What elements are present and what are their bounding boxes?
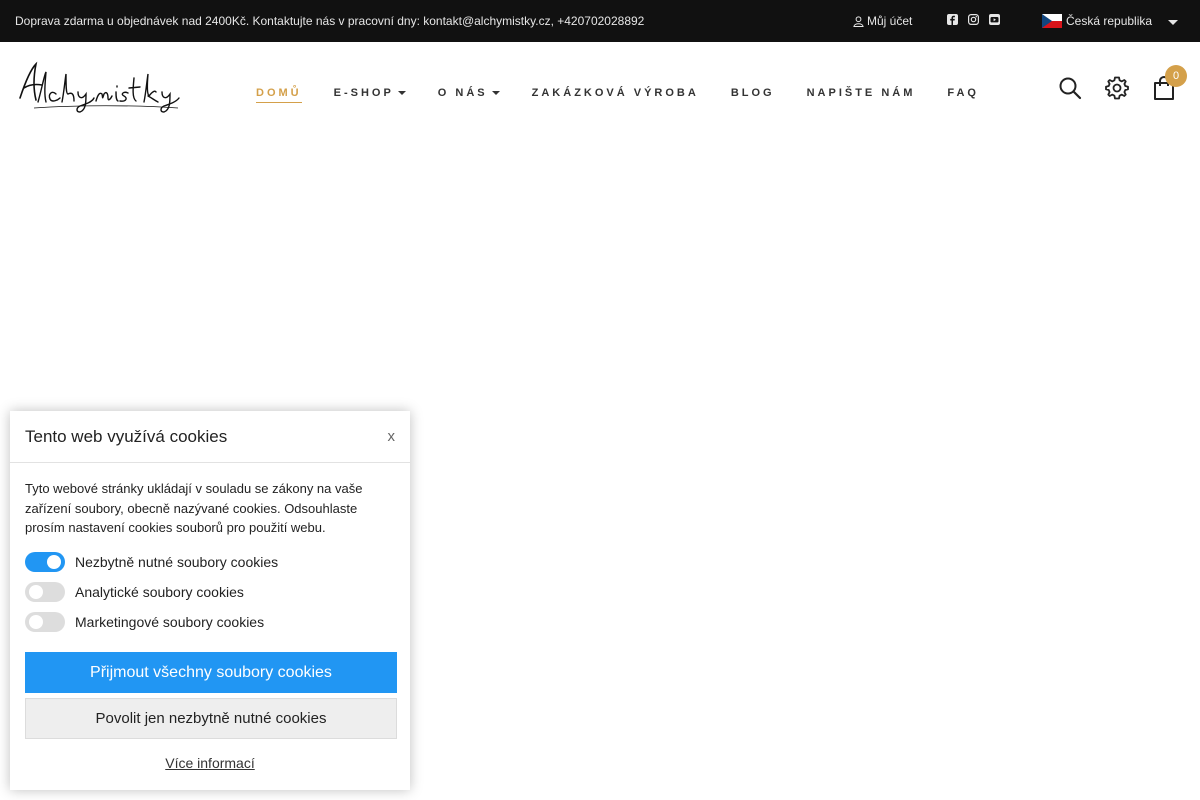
settings-icon[interactable]: [1105, 76, 1129, 100]
instagram-icon[interactable]: [968, 14, 979, 25]
close-button[interactable]: x: [388, 428, 396, 445]
toggle-knob: [29, 615, 43, 629]
nav-label: BLOG: [730, 87, 775, 99]
toggle-label: Marketingové soubory cookies: [75, 614, 265, 630]
nav-item-blog[interactable]: BLOG: [731, 87, 775, 99]
shipping-notice: Doprava zdarma u objednávek nad 2400Kč. …: [15, 14, 645, 28]
nav-item-zakazkova-vyroba[interactable]: ZAKÁZKOVÁ VÝROBA: [532, 87, 699, 99]
caret-down-icon: [397, 91, 406, 95]
main-nav: DOMŮ E-SHOP O NÁS ZAKÁZKOVÁ VÝROBA BLOG …: [256, 83, 1011, 103]
language-selector[interactable]: Česká republika: [1042, 14, 1179, 28]
czech-flag-icon: [1042, 14, 1062, 28]
nav-item-domu[interactable]: DOMŮ: [256, 87, 302, 103]
user-icon: [853, 15, 864, 27]
cookie-consent-dialog: Tento web využívá cookies x Tyto webové …: [10, 411, 410, 790]
cookie-dialog-title: Tento web využívá cookies: [25, 427, 228, 446]
more-info-link[interactable]: Více informací: [10, 755, 410, 771]
toggle-knob: [29, 585, 43, 599]
necessary-cookies-toggle[interactable]: [25, 552, 65, 572]
nav-label: E-SHOP: [333, 87, 394, 99]
cart-count-badge: 0: [1165, 65, 1187, 87]
logo-wordmark: [19, 61, 180, 113]
nav-label: DOMŮ: [256, 87, 302, 99]
toggle-row-marketing: Marketingové soubory cookies: [25, 612, 264, 632]
accept-all-cookies-button[interactable]: Přijmout všechny soubory cookies: [25, 652, 397, 693]
toggle-row-analytics: Analytické soubory cookies: [25, 582, 244, 602]
my-account-link[interactable]: Můj účet: [853, 14, 912, 28]
header-actions: 0: [1058, 65, 1187, 100]
social-links: [947, 14, 1000, 25]
cookie-dialog-text: Tyto webové stránky ukládají v souladu s…: [25, 481, 363, 535]
nav-label: O NÁS: [437, 87, 488, 99]
my-account-label: Můj účet: [867, 14, 913, 28]
nav-label: NAPIŠTE NÁM: [806, 87, 916, 99]
top-bar: Doprava zdarma u objednávek nad 2400Kč. …: [0, 0, 1200, 42]
marketing-cookies-toggle[interactable]: [25, 612, 65, 632]
toggle-label: Nezbytně nutné soubory cookies: [75, 554, 279, 570]
language-label: Česká republika: [1066, 14, 1153, 28]
cart-icon[interactable]: 0: [1152, 65, 1187, 100]
chevron-down-icon: [1168, 20, 1179, 25]
nav-item-o-nas[interactable]: O NÁS: [438, 87, 500, 99]
search-icon[interactable]: [1058, 76, 1082, 100]
nav-label: ZAKÁZKOVÁ VÝROBA: [531, 87, 699, 99]
allow-necessary-cookies-button[interactable]: Povolit jen nezbytně nutné cookies: [25, 698, 397, 739]
analytics-cookies-toggle[interactable]: [25, 582, 65, 602]
nav-item-napiste-nam[interactable]: NAPIŠTE NÁM: [807, 87, 916, 99]
caret-down-icon: [491, 91, 500, 95]
site-logo[interactable]: [16, 58, 181, 114]
nav-label: FAQ: [947, 87, 979, 99]
toggle-knob: [47, 555, 61, 569]
nav-item-e-shop[interactable]: E-SHOP: [334, 87, 406, 99]
toggle-label: Analytické soubory cookies: [75, 584, 244, 600]
site-header: DOMŮ E-SHOP O NÁS ZAKÁZKOVÁ VÝROBA BLOG …: [0, 42, 1200, 132]
cookie-dialog-header: Tento web využívá cookies x: [10, 411, 410, 463]
facebook-icon[interactable]: [947, 14, 958, 25]
toggle-row-necessary: Nezbytně nutné soubory cookies: [25, 552, 278, 572]
nav-item-faq[interactable]: FAQ: [947, 87, 979, 99]
youtube-icon[interactable]: [989, 14, 1000, 25]
